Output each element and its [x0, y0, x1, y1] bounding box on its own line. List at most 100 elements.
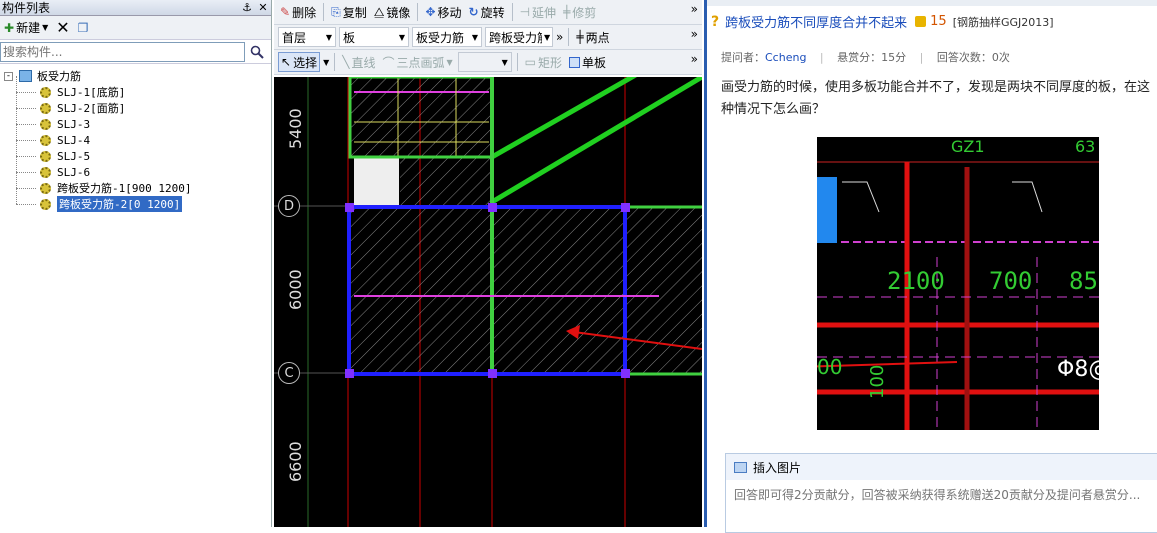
search-input[interactable] [0, 41, 245, 62]
rotate-icon: ↻ [468, 5, 479, 19]
dimension-bottom: 6600 [286, 441, 305, 482]
shot-label: 00 [817, 355, 843, 379]
delete-tool-button[interactable]: ✎ 删除 [278, 2, 318, 22]
arc-tool-button[interactable]: ⌒ 三点画弧 ▼ [380, 52, 454, 72]
divider [334, 53, 336, 71]
question-title[interactable]: 跨板受力筋不同厚度合并不起来 [725, 12, 907, 31]
rebar-type-select[interactable]: 板受力筋 ▼ [412, 27, 482, 47]
asker-label: 提问者： [721, 51, 765, 64]
shot-line [842, 181, 880, 213]
select-label: 选择 [293, 55, 318, 70]
diagonal-beam [490, 77, 638, 160]
close-icon[interactable]: ✕ [255, 1, 271, 14]
toolbar-overflow-icon[interactable]: » [691, 27, 698, 41]
answer-textarea[interactable] [726, 480, 1157, 530]
insert-image-button[interactable]: 插入图片 [753, 459, 801, 476]
extend-tool-label: 延伸 [532, 5, 557, 20]
toolbar-overflow-icon[interactable]: » [556, 30, 563, 44]
shot-label: 700 [989, 267, 1033, 295]
line-tool-button[interactable]: ╲ 直线 [340, 52, 377, 72]
tree-item-label: SLJ-3 [57, 117, 91, 131]
new-icon: ✚ [4, 20, 15, 35]
copy-button[interactable]: ❐ [76, 18, 91, 38]
question-screenshot[interactable]: GZ1 63 2100 700 85 Φ8@ 00 100 [817, 137, 1099, 430]
component-value: 跨板受力筋- [489, 30, 542, 45]
answer-toolbar: 插入图片 [726, 454, 1157, 480]
chevron-down-icon: ▼ [398, 32, 406, 42]
question-icon: ? [711, 13, 720, 30]
collapse-icon[interactable]: - [4, 71, 13, 81]
arc-option-select[interactable]: ▼ [457, 52, 512, 72]
question-body: 画受力筋的时候，使用多板功能合并不了，发现是两块不同厚度的板，在这种情况下怎么画… [721, 80, 1151, 117]
trim-tool-label: 修剪 [572, 5, 597, 20]
shot-label: 85 [1069, 267, 1098, 295]
screenshot-svg [817, 161, 1099, 430]
tree-item[interactable]: SLJ-3 [4, 108, 271, 132]
axis-bubble-d: D [278, 195, 300, 217]
extend-tool-button[interactable]: ⊣ 延伸 [518, 2, 558, 22]
tree-item[interactable]: 跨板受力筋-2[0 1200] [4, 188, 271, 212]
tree-item[interactable]: SLJ-6 [4, 156, 271, 180]
tree-item[interactable]: SLJ-5 [4, 140, 271, 164]
shot-line [1012, 181, 1043, 213]
component-type-select[interactable]: 板 ▼ [339, 27, 409, 47]
shot-blue-block [817, 177, 837, 243]
drawing-svg[interactable] [274, 77, 702, 527]
arc-tool-label: 三点画弧 [396, 55, 445, 70]
folder-icon [19, 70, 32, 82]
rotate-tool-button[interactable]: ↻ 旋转 [467, 2, 507, 22]
tree-items: SLJ-1[底筋] SLJ-2[面筋] SLJ-3 SLJ-4 SLJ-5 SLJ-6 跨板… [4, 76, 271, 212]
trim-tool-button[interactable]: ╪ 修剪 [561, 2, 598, 22]
dimension-mid: 6000 [286, 269, 305, 310]
copy-tool-button[interactable]: ⎘ 复制 [329, 2, 369, 22]
bounty-points: 15 [930, 14, 947, 29]
trim-icon: ╪ [563, 5, 571, 19]
extend-icon: ⊣ [519, 5, 531, 19]
delete-button[interactable]: ✕ [54, 18, 71, 38]
gear-icon [40, 118, 51, 130]
two-point-button[interactable]: ╪ 两点 [574, 27, 611, 47]
grip-handle [488, 203, 497, 212]
opening-block [354, 157, 399, 205]
move-icon: ✥ [425, 5, 436, 19]
divider [568, 28, 570, 46]
new-button[interactable]: ✚ 新建 ▼ [2, 18, 50, 38]
tree-item[interactable]: SLJ-2[面筋] [4, 92, 271, 116]
grip-handle [345, 203, 354, 212]
category-tag[interactable]: [钢筋抽样GGJ2013] [953, 14, 1054, 30]
tree-item[interactable]: SLJ-4 [4, 124, 271, 148]
upper-slab-hatch-2 [400, 157, 492, 205]
tree-item[interactable]: 跨板受力筋-1[900 1200] [4, 172, 271, 196]
tree-item-label: 跨板受力筋-1[900 1200] [57, 182, 192, 195]
image-icon [734, 461, 747, 473]
copy-tool-label: 复制 [342, 5, 367, 20]
single-board-button[interactable]: 单板 [567, 52, 608, 72]
bounty-text: 悬赏分：15分 [837, 51, 907, 64]
tree-item-label: SLJ-1[底筋] [57, 86, 126, 99]
divider [323, 3, 325, 21]
floor-select[interactable]: 首层 ▼ [278, 27, 336, 47]
mirror-tool-button[interactable]: ⧋ 镜像 [372, 2, 413, 22]
divider [511, 3, 513, 21]
two-point-label: 两点 [585, 30, 610, 45]
search-icon[interactable] [245, 42, 269, 62]
tree-item[interactable]: SLJ-1[底筋] [4, 76, 271, 100]
move-tool-button[interactable]: ✥ 移动 [423, 2, 463, 22]
cad-canvas[interactable]: 5400 6000 6600 D C [274, 77, 702, 527]
tree-root[interactable]: - 板受力筋 [4, 68, 271, 84]
delete-icon: ✕ [56, 18, 70, 37]
pin-icon[interactable]: ⚓ [239, 1, 255, 14]
shot-label: GZ1 [951, 137, 985, 156]
toolbar-overflow-icon[interactable]: » [691, 2, 698, 16]
rect-tool-button[interactable]: ▭ 矩形 [523, 52, 564, 72]
component-toolbar: 首层▼ 板▼ 板受力筋▼ 跨板受力筋-▼ » ╪两点 » [274, 25, 702, 50]
grip-handle [345, 369, 354, 378]
tree-item-label: SLJ-2[面筋] [57, 102, 126, 115]
select-button[interactable]: ↖ 选择 [278, 52, 321, 72]
component-select[interactable]: 跨板受力筋-▼ [485, 27, 553, 47]
draw-toolbar: ↖ 选择 ▼ ╲ 直线 ⌒ 三点画弧 ▼ ▼ ▭ 矩形 单板 » [274, 50, 702, 75]
toolbar-overflow-icon[interactable]: » [691, 52, 698, 66]
component-type-value: 板 [343, 30, 356, 45]
chevron-down-icon[interactable]: ▼ [323, 58, 329, 67]
asker-name[interactable]: Ccheng [765, 51, 806, 64]
